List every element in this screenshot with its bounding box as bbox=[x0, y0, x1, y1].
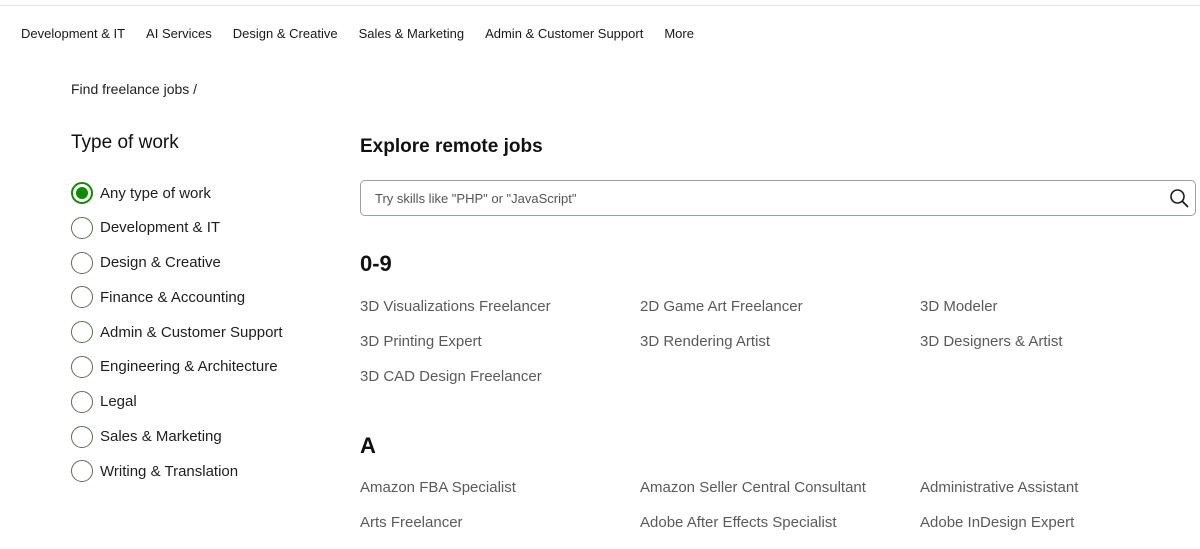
top-divider bbox=[0, 5, 1200, 6]
grid-row: Arts Freelancer Adobe After Effects Spec… bbox=[360, 514, 1200, 549]
radio-option-sales-marketing[interactable]: Sales & Marketing bbox=[71, 425, 283, 449]
job-link-grid: Amazon FBA Specialist Amazon Seller Cent… bbox=[360, 479, 1200, 549]
job-link[interactable]: 3D Designers & Artist bbox=[920, 333, 1200, 368]
job-link-grid: 3D Visualizations Freelancer 2D Game Art… bbox=[360, 298, 1200, 403]
breadcrumb[interactable]: Find freelance jobs / bbox=[71, 81, 197, 97]
radio-label: Finance & Accounting bbox=[100, 288, 246, 306]
nav-item-ai-services[interactable]: AI Services bbox=[146, 26, 212, 44]
nav-item-more[interactable]: More bbox=[664, 26, 694, 44]
radio-button[interactable] bbox=[71, 251, 93, 274]
nav-item-development-it[interactable]: Development & IT bbox=[21, 26, 125, 44]
radio-label: Legal bbox=[100, 393, 137, 411]
radio-option-legal[interactable]: Legal bbox=[71, 390, 283, 414]
sidebar-title: Type of work bbox=[71, 132, 179, 153]
page-title: Explore remote jobs bbox=[360, 136, 543, 157]
radio-option-admin-support[interactable]: Admin & Customer Support bbox=[71, 320, 283, 344]
job-link[interactable]: 3D Visualizations Freelancer bbox=[360, 298, 640, 333]
grid-row: 3D CAD Design Freelancer bbox=[360, 368, 1200, 403]
radio-option-finance-accounting[interactable]: Finance & Accounting bbox=[71, 285, 283, 309]
search-icon[interactable] bbox=[1169, 188, 1189, 208]
job-link[interactable]: Adobe After Effects Specialist bbox=[640, 514, 920, 549]
radio-button[interactable] bbox=[71, 216, 93, 239]
grid-row: 3D Printing Expert 3D Rendering Artist 3… bbox=[360, 333, 1200, 368]
section-heading: A bbox=[360, 433, 376, 458]
nav-item-admin-support[interactable]: Admin & Customer Support bbox=[485, 26, 643, 44]
radio-option-writing-translation[interactable]: Writing & Translation bbox=[71, 459, 283, 483]
radio-label: Sales & Marketing bbox=[100, 428, 222, 446]
radio-option-engineering-architecture[interactable]: Engineering & Architecture bbox=[71, 355, 283, 379]
radio-button[interactable] bbox=[71, 390, 93, 413]
type-of-work-radio-group: Any type of work Development & IT Design… bbox=[71, 181, 283, 494]
job-link[interactable]: 2D Game Art Freelancer bbox=[640, 298, 920, 333]
radio-button[interactable] bbox=[71, 355, 93, 378]
radio-label: Engineering & Architecture bbox=[100, 358, 278, 376]
job-link[interactable]: 3D Modeler bbox=[920, 298, 1200, 333]
job-link[interactable]: 3D Printing Expert bbox=[360, 333, 640, 368]
radio-button[interactable] bbox=[71, 321, 93, 344]
radio-option-design-creative[interactable]: Design & Creative bbox=[71, 251, 283, 275]
radio-option-any-type[interactable]: Any type of work bbox=[71, 181, 283, 205]
job-link[interactable]: 3D Rendering Artist bbox=[640, 333, 920, 368]
job-link[interactable]: Adobe InDesign Expert bbox=[920, 514, 1200, 549]
radio-button[interactable] bbox=[71, 425, 93, 448]
job-link[interactable]: Amazon Seller Central Consultant bbox=[640, 479, 920, 514]
job-link[interactable]: Administrative Assistant bbox=[920, 479, 1200, 514]
radio-label: Development & IT bbox=[100, 219, 221, 237]
radio-label: Writing & Translation bbox=[100, 462, 239, 480]
grid-row: Amazon FBA Specialist Amazon Seller Cent… bbox=[360, 479, 1200, 514]
radio-button-checked[interactable] bbox=[71, 182, 93, 204]
search-input[interactable] bbox=[375, 181, 1155, 215]
search-box bbox=[360, 180, 1196, 216]
radio-button[interactable] bbox=[71, 286, 93, 309]
nav-item-sales-marketing[interactable]: Sales & Marketing bbox=[359, 26, 465, 44]
radio-option-development-it[interactable]: Development & IT bbox=[71, 216, 283, 240]
radio-label: Any type of work bbox=[100, 184, 211, 202]
radio-button[interactable] bbox=[71, 460, 93, 483]
job-link[interactable]: Arts Freelancer bbox=[360, 514, 640, 549]
radio-label: Admin & Customer Support bbox=[100, 323, 283, 341]
radio-label: Design & Creative bbox=[100, 254, 221, 272]
job-link[interactable]: 3D CAD Design Freelancer bbox=[360, 368, 649, 403]
category-nav: Development & IT AI Services Design & Cr… bbox=[21, 26, 694, 44]
job-link[interactable]: Amazon FBA Specialist bbox=[360, 479, 640, 514]
nav-item-design-creative[interactable]: Design & Creative bbox=[233, 26, 338, 44]
grid-row: 3D Visualizations Freelancer 2D Game Art… bbox=[360, 298, 1200, 333]
section-heading: 0-9 bbox=[360, 251, 392, 276]
